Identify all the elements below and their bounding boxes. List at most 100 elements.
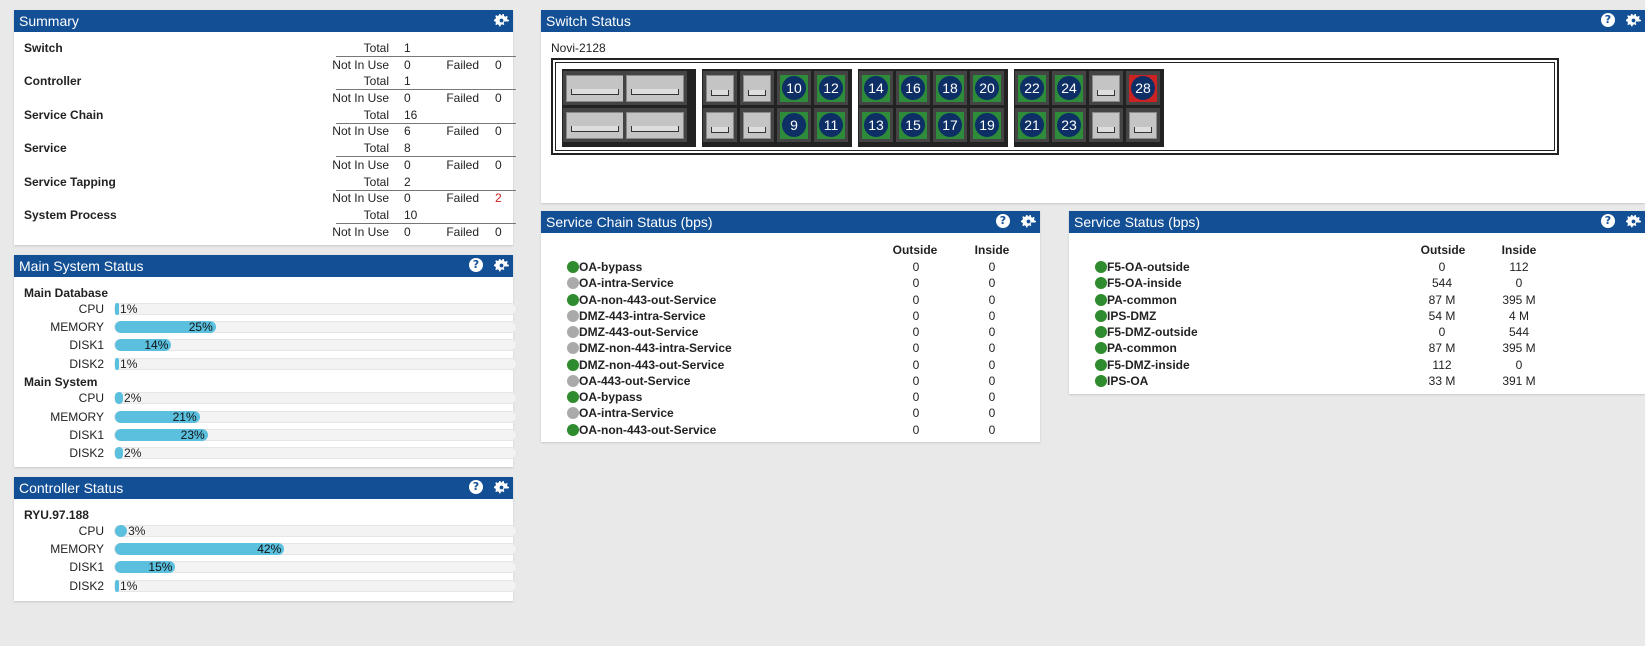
port-12[interactable]: 12 xyxy=(814,71,848,105)
gear-icon[interactable] xyxy=(1626,13,1641,28)
port-status: 24 xyxy=(1055,75,1083,102)
service-status-title: Service Status (bps) xyxy=(1074,214,1201,230)
help-icon[interactable]: ? xyxy=(469,480,483,494)
gear-icon[interactable] xyxy=(494,13,509,28)
help-icon[interactable]: ? xyxy=(469,258,483,272)
usage-bar-fill: 15% xyxy=(115,561,176,574)
service-name[interactable]: IPS-OA xyxy=(1107,374,1148,388)
port-empty[interactable] xyxy=(1089,71,1123,105)
inside-value: 0 xyxy=(1515,276,1523,291)
service-name[interactable]: DMZ-non-443-intra-Service xyxy=(579,341,732,355)
service-name[interactable]: OA-non-443-out-Service xyxy=(579,423,716,437)
service-name[interactable]: PA-common xyxy=(1107,341,1177,355)
service-name[interactable]: F5-OA-inside xyxy=(1107,276,1182,290)
port-empty[interactable] xyxy=(1126,108,1160,142)
service-name[interactable]: DMZ-443-out-Service xyxy=(579,325,698,339)
service-name[interactable]: OA-bypass xyxy=(579,260,642,274)
port-15[interactable]: 15 xyxy=(896,108,930,142)
port-empty[interactable] xyxy=(740,108,774,142)
port-28[interactable]: 28 xyxy=(1126,71,1160,105)
port-18[interactable]: 18 xyxy=(933,71,967,105)
service-name[interactable]: F5-DMZ-outside xyxy=(1107,325,1198,339)
port-9[interactable]: 9 xyxy=(777,108,811,142)
usage-bar-fill xyxy=(115,525,128,537)
port-11[interactable]: 11 xyxy=(814,108,848,142)
resource-label: CPU xyxy=(78,391,104,406)
port-number: 10 xyxy=(782,76,806,100)
port-14[interactable]: 14 xyxy=(859,71,893,105)
port-slot xyxy=(631,126,679,132)
port-19[interactable]: 19 xyxy=(970,108,1004,142)
controller-header: Controller Status ? xyxy=(14,477,513,499)
service-name[interactable]: OA-intra-Service xyxy=(579,406,674,420)
gear-icon[interactable] xyxy=(1626,214,1641,229)
port-cage xyxy=(1092,112,1120,139)
not-in-use-label: Not In Use xyxy=(332,90,389,105)
port-23[interactable]: 23 xyxy=(1052,108,1086,142)
failed-value: 0 xyxy=(495,57,502,72)
resource-group-title: Main System xyxy=(24,375,98,390)
service-name[interactable]: DMZ-non-443-out-Service xyxy=(579,358,724,372)
status-dot xyxy=(567,342,579,355)
port-empty[interactable] xyxy=(1089,108,1123,142)
inside-value: 0 xyxy=(988,422,996,437)
summary-item-name: Switch xyxy=(24,41,63,55)
port-22[interactable]: 22 xyxy=(1015,71,1049,105)
port-10[interactable]: 10 xyxy=(777,71,811,105)
summary-title: Summary xyxy=(19,13,79,29)
total-value: 1 xyxy=(404,74,411,89)
inside-value: 0 xyxy=(988,373,996,388)
total-label: Total xyxy=(363,74,389,89)
service-name[interactable]: F5-OA-outside xyxy=(1107,260,1190,274)
inside-value: 0 xyxy=(988,325,996,339)
port-24[interactable]: 24 xyxy=(1052,71,1086,105)
failed-label: Failed xyxy=(446,157,479,172)
outside-value: 0 xyxy=(912,422,920,437)
inside-value: 0 xyxy=(988,276,996,291)
service-name[interactable]: OA-443-out-Service xyxy=(579,374,690,388)
gear-icon[interactable] xyxy=(1021,214,1036,229)
port-16[interactable]: 16 xyxy=(896,71,930,105)
inside-value: 0 xyxy=(988,406,996,421)
gear-icon[interactable] xyxy=(494,480,509,495)
not-in-use-label: Not In Use xyxy=(332,157,389,172)
port-status: 9 xyxy=(780,112,808,139)
help-icon[interactable]: ? xyxy=(1601,13,1615,27)
help-icon[interactable]: ? xyxy=(1601,214,1615,228)
usage-bar-text: 2% xyxy=(124,391,142,406)
sfp-port-empty[interactable] xyxy=(563,71,627,105)
status-dot xyxy=(567,261,579,273)
outside-value: 87 M xyxy=(1428,341,1456,356)
service-name[interactable]: OA-non-443-out-Service xyxy=(579,293,716,307)
port-empty[interactable] xyxy=(703,71,737,105)
not-in-use-value: 0 xyxy=(404,157,411,172)
sfp-port-empty[interactable] xyxy=(623,71,687,105)
service-name[interactable]: DMZ-443-intra-Service xyxy=(579,309,706,323)
service-name[interactable]: OA-bypass xyxy=(579,390,642,404)
port-20[interactable]: 20 xyxy=(970,71,1004,105)
service-name[interactable]: F5-DMZ-inside xyxy=(1107,358,1190,372)
port-21[interactable]: 21 xyxy=(1015,108,1049,142)
gear-icon[interactable] xyxy=(494,258,509,273)
switch-frame[interactable]: 10 12 14 16 18 20 22 24 28 9 11 13 15 17 19 21 23 xyxy=(551,58,1559,155)
port-empty[interactable] xyxy=(703,108,737,142)
resource-group-title: RYU.97.188 xyxy=(24,508,89,522)
status-dot xyxy=(1095,293,1107,306)
outside-value: 112 xyxy=(1432,357,1452,372)
service-name[interactable]: IPS-DMZ xyxy=(1107,309,1156,323)
port-status: 28 xyxy=(1129,75,1157,102)
port-number: 16 xyxy=(901,76,925,100)
controller-panel: Controller Status ? RYU.97.188 CPU 3% MEMOR… xyxy=(14,477,517,601)
usage-bar-text: 3% xyxy=(128,524,146,538)
service-name[interactable]: OA-intra-Service xyxy=(579,276,674,290)
port-17[interactable]: 17 xyxy=(933,108,967,142)
service-name[interactable]: PA-common xyxy=(1107,293,1177,307)
resource-label: MEMORY xyxy=(50,320,104,335)
port-slot xyxy=(1097,90,1115,96)
port-13[interactable]: 13 xyxy=(859,108,893,142)
help-icon[interactable]: ? xyxy=(996,214,1010,228)
not-in-use-value: 0 xyxy=(404,191,411,206)
port-empty[interactable] xyxy=(740,71,774,105)
sfp-port-empty[interactable] xyxy=(623,108,687,142)
sfp-port-empty[interactable] xyxy=(563,108,627,142)
